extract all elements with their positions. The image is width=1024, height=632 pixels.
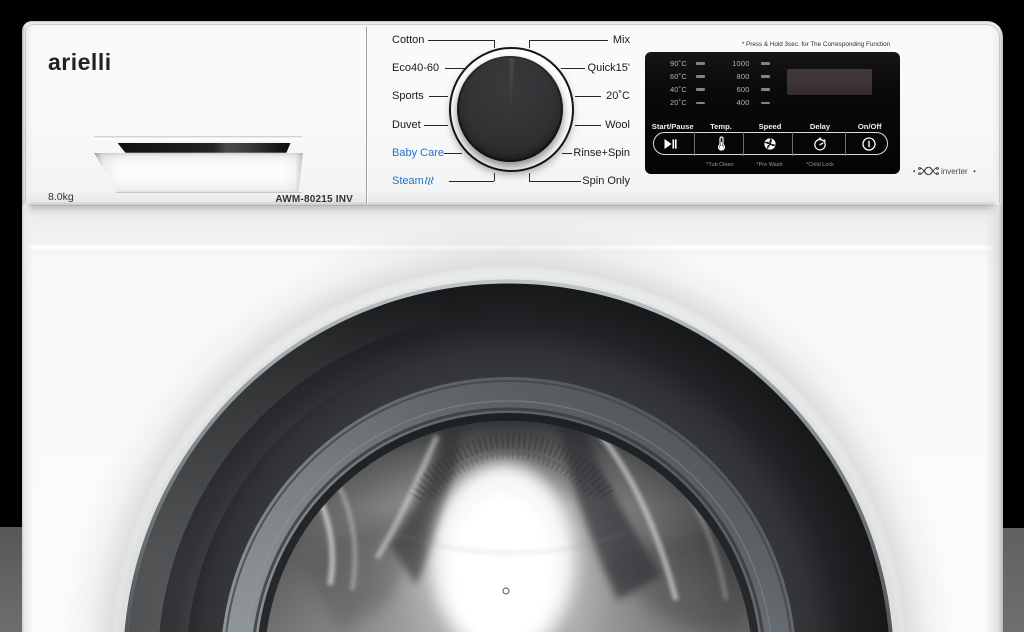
svg-text:inverter: inverter <box>941 167 968 176</box>
